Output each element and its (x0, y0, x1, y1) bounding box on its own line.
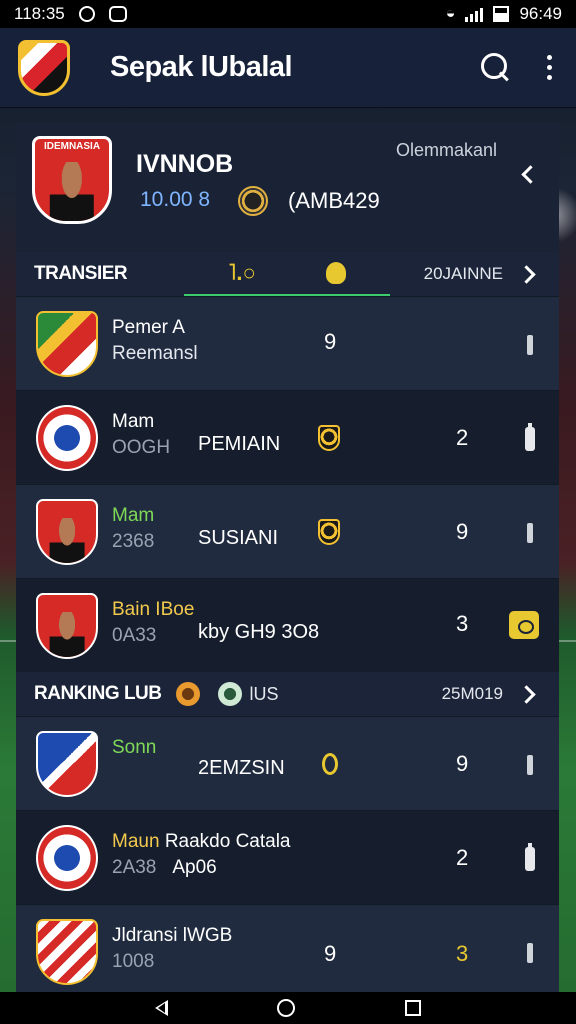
list-item[interactable]: Maun Raakdo Catala 2A38 Ap06 2 (16, 810, 559, 904)
row-title: Sonn (112, 737, 157, 758)
club-badge-icon (238, 186, 268, 216)
player-name: IVNNOB (136, 150, 234, 178)
row-title: Jldransi lWGB (112, 925, 233, 946)
row-code: 2A38 (112, 857, 157, 878)
main-panel: IDEMNASIA IVNNOB 10.00 8 (AMB429 Olemmak… (16, 122, 559, 992)
row-code: OOGH (112, 437, 171, 458)
ranking-section-header: RANKING LUB lUS 25M019 (16, 672, 559, 716)
tab-pin-icon[interactable] (326, 262, 346, 284)
list-item[interactable]: Mam 2368 SUSIANI 9 (16, 484, 559, 578)
row-value: 2 (456, 425, 469, 450)
chevron-right-icon[interactable] (517, 265, 536, 284)
club-crest (36, 311, 98, 377)
player-crest (36, 593, 98, 659)
battery-icon (493, 6, 510, 22)
row-subtitle: kby GH9 3O8 (198, 621, 320, 643)
row-value: 3 (456, 611, 469, 636)
message-icon (108, 6, 127, 22)
navigation-bar (0, 992, 576, 1024)
app-logo[interactable] (18, 39, 70, 96)
row-subtitle: SUSIANI (198, 527, 279, 549)
recent-apps-icon[interactable] (405, 1000, 422, 1016)
row-code: 1008 (112, 951, 155, 972)
club-shield-icon (318, 519, 340, 545)
row-subtitle: Ap06 (172, 857, 217, 878)
player-photo (49, 161, 95, 221)
signal-icon (465, 6, 484, 22)
row-value: 9 (456, 751, 469, 776)
list-item[interactable]: Mam OOGH PEMIAIN 2 (16, 390, 559, 484)
list-item[interactable]: Bain IBoe 0A33 kby GH9 3O8 3 (16, 578, 559, 672)
pin-icon[interactable] (527, 523, 533, 543)
search-icon[interactable] (481, 52, 511, 83)
row-value: 2 (456, 845, 469, 870)
row-value-secondary: 3 (456, 941, 469, 966)
row-value: 9 (456, 519, 469, 544)
row-title: Bain IBoe (112, 599, 195, 620)
row-title-extra: Raakdo Catala (164, 831, 291, 852)
pin-icon[interactable] (527, 943, 533, 963)
row-code: 0A33 (112, 625, 157, 646)
pin-icon[interactable] (527, 755, 533, 775)
player-photo (49, 518, 85, 563)
tab-transfer-primary[interactable]: ˥.○ (228, 260, 256, 286)
transfer-section-header: TRANSIER ˥.○ 20JAINNE (16, 252, 559, 297)
row-subtitle: Reemansl (112, 343, 198, 364)
pin-icon[interactable] (527, 335, 533, 355)
player-crest (36, 499, 98, 565)
list-item[interactable]: Pemer A Reemansl 9 (16, 296, 559, 390)
knot-icon (322, 753, 338, 775)
club-crest (36, 825, 98, 891)
row-title: Mam (112, 411, 155, 432)
transfer-date: 20JAINNE (423, 264, 503, 283)
club-shield-icon (318, 425, 340, 451)
row-title: Pemer A (112, 317, 185, 338)
status-bar: 118:35 ◒ 96:49 (0, 0, 576, 28)
profile-label: Olemmakanl (395, 140, 497, 160)
player-profile-card[interactable]: IDEMNASIA IVNNOB 10.00 8 (AMB429 Olemmak… (16, 122, 559, 252)
app-title: Sepak lUbalal (110, 51, 293, 83)
bottle-icon[interactable] (525, 843, 535, 871)
list-item[interactable]: Jldransi lWGB 1008 9 3 (16, 904, 559, 992)
status-time-right: 96:49 (519, 4, 562, 23)
row-subtitle: 2EMZSIN (198, 757, 285, 779)
more-options-icon[interactable] (547, 55, 552, 80)
ranking-date: 25M019 (441, 684, 503, 703)
club-icon[interactable] (217, 682, 242, 706)
app-bar: Sepak lUbalal (0, 28, 576, 108)
club-crest (36, 731, 98, 797)
row-code: 2368 (112, 531, 155, 552)
back-icon[interactable] (154, 1000, 168, 1016)
row-subtitle: PEMIAIN (198, 433, 281, 455)
coin-icon[interactable] (175, 682, 200, 706)
player-photo (49, 612, 85, 657)
player-value: 10.00 8 (140, 188, 211, 211)
chevron-left-icon[interactable] (521, 165, 540, 184)
crest-caption: IDEMNASIA (43, 141, 101, 152)
chevron-right-icon[interactable] (517, 685, 536, 704)
wifi-icon: ◒ (445, 5, 456, 22)
list-item[interactable]: Sonn 2EMZSIN 9 (16, 716, 559, 810)
row-title: Maun (112, 831, 160, 852)
row-value: 9 (324, 329, 337, 354)
club-crest (36, 405, 98, 471)
tag-icon[interactable] (509, 611, 539, 639)
row-value: 9 (324, 941, 337, 966)
club-crest (36, 919, 98, 985)
bottle-icon[interactable] (525, 423, 535, 451)
ranking-filter-label: lUS (249, 683, 279, 704)
home-icon[interactable] (277, 999, 296, 1017)
player-code: (AMB429 (288, 188, 380, 213)
notification-icon (78, 6, 95, 22)
ranking-title: RANKING LUB (34, 683, 162, 704)
transfer-title: TRANSIER (34, 263, 128, 284)
player-crest: IDEMNASIA (32, 136, 112, 224)
row-title: Mam (112, 505, 155, 526)
status-time-left: 118:35 (14, 4, 65, 23)
